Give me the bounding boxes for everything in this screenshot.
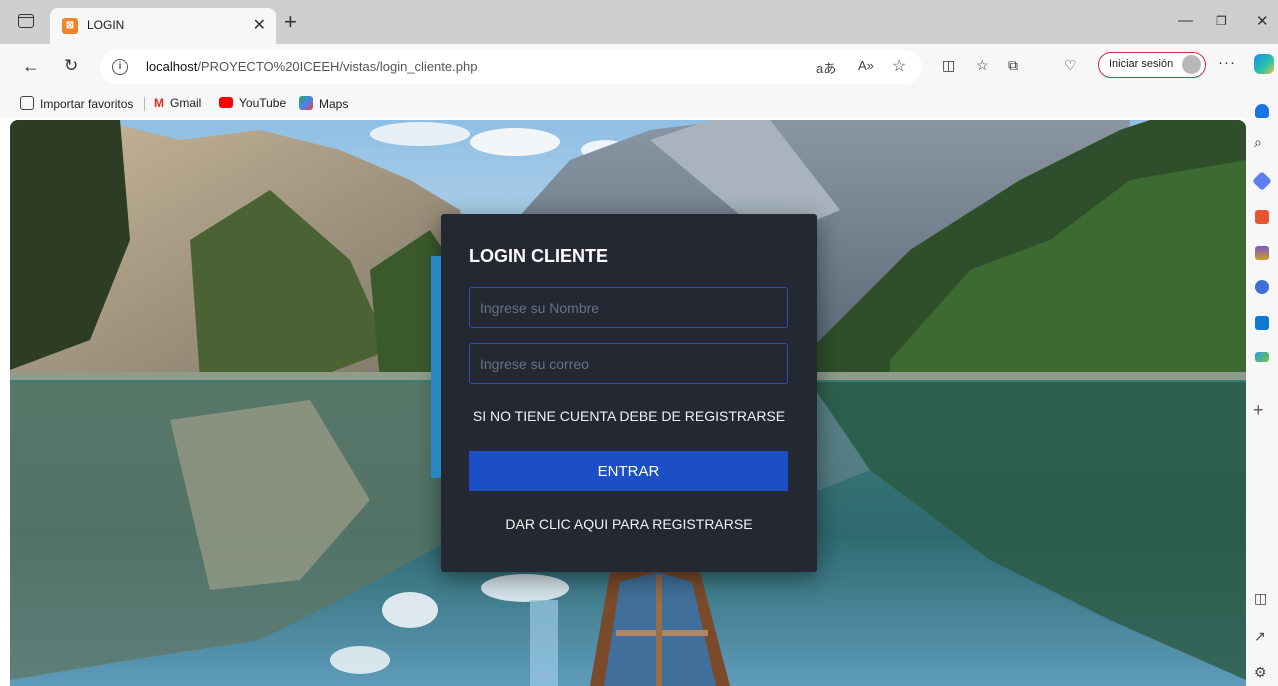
avatar bbox=[1182, 55, 1201, 74]
tab-title: LOGIN bbox=[87, 18, 125, 32]
youtube-icon bbox=[219, 97, 233, 108]
login-card: LOGIN CLIENTE SI NO TIENE CUENTA DEBE DE… bbox=[431, 214, 817, 572]
url-host: localhost bbox=[146, 59, 198, 74]
collections-icon[interactable]: ⧉ bbox=[1008, 57, 1018, 74]
translate-icon[interactable]: aあ bbox=[816, 58, 836, 77]
back-icon[interactable]: ← bbox=[22, 56, 40, 77]
more-options-icon[interactable]: ··· bbox=[1218, 54, 1236, 71]
login-title: LOGIN CLIENTE bbox=[469, 246, 608, 266]
import-favorites-icon bbox=[20, 96, 34, 110]
fav-label: YouTube bbox=[239, 96, 287, 110]
fav-label: Gmail bbox=[170, 96, 202, 110]
tab-login[interactable]: ⊠ LOGIN ✕ bbox=[50, 8, 276, 44]
register-notice: SI NO TIENE CUENTA DEBE DE REGISTRARSE bbox=[472, 408, 786, 424]
microsoft-365-icon[interactable] bbox=[1255, 280, 1269, 294]
notification-bell-icon[interactable] bbox=[1255, 104, 1269, 118]
read-aloud-icon[interactable]: A» bbox=[858, 58, 874, 73]
enter-button[interactable]: ENTRAR bbox=[469, 451, 788, 491]
gmail-icon: M bbox=[154, 96, 164, 110]
url-path: /PROYECTO%20ICEEH/vistas/login_cliente.p… bbox=[197, 59, 478, 74]
favorites-bar: Importar favoritos M Gmail YouTube Maps bbox=[0, 90, 1246, 118]
shopping-tag-icon[interactable] bbox=[1252, 171, 1272, 191]
fav-label: Importar favoritos bbox=[40, 97, 134, 111]
register-link[interactable]: DAR CLIC AQUI PARA REGISTRARSE bbox=[441, 516, 817, 532]
site-info-icon[interactable]: i bbox=[112, 59, 128, 75]
fav-item-youtube[interactable]: YouTube bbox=[219, 96, 286, 110]
hide-sidebar-icon[interactable]: ◫ bbox=[1254, 590, 1267, 607]
email-input[interactable] bbox=[469, 343, 788, 384]
fav-item-maps[interactable]: Maps bbox=[299, 96, 348, 111]
copilot-icon[interactable] bbox=[1254, 54, 1274, 74]
search-icon[interactable]: ⌕ bbox=[1254, 134, 1262, 151]
url-text[interactable]: localhost/PROYECTO%20ICEEH/vistas/login_… bbox=[146, 59, 477, 74]
tools-icon[interactable] bbox=[1255, 210, 1269, 224]
browser-essentials-icon[interactable]: ♡ bbox=[1064, 57, 1077, 74]
refresh-icon[interactable]: ↻ bbox=[64, 56, 78, 76]
signin-button[interactable]: Iniciar sesión bbox=[1098, 52, 1206, 78]
maps-icon bbox=[299, 96, 313, 110]
drop-icon[interactable] bbox=[1255, 352, 1269, 362]
close-window-icon[interactable]: ✕ bbox=[1256, 12, 1269, 30]
favorites-icon[interactable]: ☆ bbox=[976, 57, 989, 74]
page-viewport: LOGIN CLIENTE SI NO TIENE CUENTA DEBE DE… bbox=[10, 120, 1246, 686]
browser-toolbar: ← ↻ i localhost/PROYECTO%20ICEEH/vistas/… bbox=[0, 44, 1278, 90]
outlook-icon[interactable] bbox=[1255, 316, 1269, 330]
card-accent-bar bbox=[431, 256, 441, 478]
edge-sidebar: ⌕ + ◫ ↗ ⚙ bbox=[1246, 90, 1278, 686]
tab-actions-icon[interactable] bbox=[18, 14, 34, 28]
new-tab-icon[interactable]: + bbox=[284, 9, 297, 35]
sidebar-settings-icon[interactable]: ⚙ bbox=[1254, 664, 1267, 681]
external-link-icon[interactable]: ↗ bbox=[1254, 628, 1266, 645]
games-icon[interactable] bbox=[1255, 246, 1269, 260]
signin-label: Iniciar sesión bbox=[1109, 58, 1174, 70]
restore-icon[interactable]: ❐ bbox=[1216, 14, 1227, 28]
name-input[interactable] bbox=[469, 287, 788, 328]
favorites-divider bbox=[144, 97, 145, 111]
tab-close-icon[interactable]: ✕ bbox=[253, 15, 266, 35]
favorite-star-icon[interactable]: ☆ bbox=[892, 56, 906, 76]
minimize-icon[interactable]: — bbox=[1178, 12, 1193, 29]
xampp-favicon-icon: ⊠ bbox=[62, 18, 78, 34]
fav-item-import[interactable]: Importar favoritos bbox=[20, 96, 133, 111]
split-screen-icon[interactable]: ◫ bbox=[942, 57, 955, 74]
add-sidebar-app-icon[interactable]: + bbox=[1253, 400, 1264, 421]
fav-label: Maps bbox=[319, 97, 349, 111]
tab-strip: ⊠ LOGIN ✕ + — ❐ ✕ bbox=[0, 0, 1278, 44]
address-bar[interactable]: i localhost/PROYECTO%20ICEEH/vistas/logi… bbox=[100, 50, 922, 84]
fav-item-gmail[interactable]: M Gmail bbox=[154, 96, 201, 110]
